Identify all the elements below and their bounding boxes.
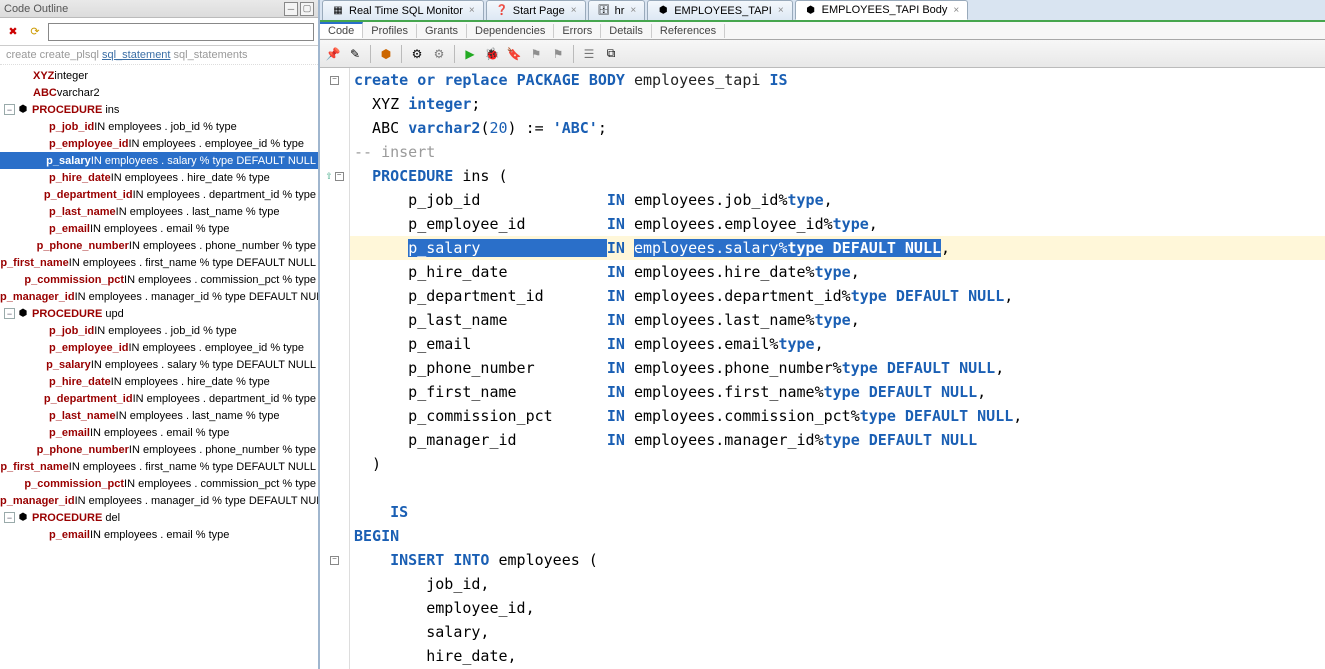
tree-item[interactable]: p_department_id IN employees . departmen… [0, 390, 318, 407]
editor-subtabs: CodeProfilesGrantsDependenciesErrorsDeta… [320, 22, 1325, 40]
list-icon[interactable]: ☰ [580, 45, 598, 63]
bookmark-icon[interactable]: 🔖 [505, 45, 523, 63]
tree-item[interactable]: p_phone_number IN employees . phone_numb… [0, 237, 318, 254]
tree-item[interactable]: p_employee_id IN employees . employee_id… [0, 135, 318, 152]
tree-twist-icon[interactable]: − [4, 512, 15, 523]
tree-item[interactable]: p_first_name IN employees . first_name %… [0, 254, 318, 271]
editor-tabs: ▦Real Time SQL Monitor×❓Start Page×🗄hr×⬢… [320, 0, 1325, 22]
proc-icon: ⬢ [17, 512, 29, 524]
code-content[interactable]: create or replace PACKAGE BODY employees… [350, 68, 1325, 669]
current-line-icon: ⇧ [325, 164, 332, 188]
breadcrumb: create create_plsql sql_statement sql_st… [0, 46, 318, 65]
editor-tab[interactable]: ❓ Start Page × [486, 0, 586, 20]
panel-title: Code Outline [4, 3, 68, 15]
tree-item[interactable]: p_last_name IN employees . last_name % t… [0, 203, 318, 220]
tree-item[interactable]: p_department_id IN employees . departmen… [0, 186, 318, 203]
close-icon[interactable]: × [778, 5, 784, 16]
tree-item[interactable]: p_commission_pct IN employees . commissi… [0, 475, 318, 492]
collapse-icon[interactable]: ⧉ [602, 45, 620, 63]
subtab-errors[interactable]: Errors [554, 24, 601, 38]
proc-icon: ⬢ [17, 308, 29, 320]
editor-tab[interactable]: ⬢ EMPLOYEES_TAPI × [647, 0, 792, 20]
tree-item[interactable]: −⬢PROCEDURE ins [0, 101, 318, 118]
editor-tab[interactable]: ▦ Real Time SQL Monitor × [322, 0, 484, 20]
tree-item[interactable]: p_email IN employees . email % type [0, 526, 318, 543]
fold-icon[interactable]: − [330, 76, 339, 85]
tree-twist-icon[interactable]: − [4, 104, 15, 115]
outline-toolbar: ✖ ⟳ [0, 18, 318, 46]
panel-title-bar: Code Outline ─ ▢ [0, 0, 318, 18]
tree-item[interactable]: p_manager_id IN employees . manager_id %… [0, 492, 318, 509]
tree-item[interactable]: p_manager_id IN employees . manager_id %… [0, 288, 318, 305]
tree-item[interactable]: p_email IN employees . email % type [0, 220, 318, 237]
tree-item[interactable]: −⬢PROCEDURE upd [0, 305, 318, 322]
debug-icon[interactable]: 🐞 [483, 45, 501, 63]
subtab-code[interactable]: Code [320, 22, 363, 38]
fold-icon[interactable]: − [330, 556, 339, 565]
db-icon: 🗄 [597, 4, 611, 18]
editor-toolbar: 📌 ✎ ⬢ ⚙ ⚙ ▶ 🐞 🔖 ⚑ ⚑ ☰ ⧉ [320, 40, 1325, 68]
tree-item[interactable]: p_email IN employees . email % type [0, 424, 318, 441]
tree-item[interactable]: p_employee_id IN employees . employee_id… [0, 339, 318, 356]
fold-icon[interactable]: − [335, 172, 344, 181]
tree-item[interactable]: p_salary IN employees . salary % type DE… [0, 152, 318, 169]
tree-item[interactable]: p_first_name IN employees . first_name %… [0, 458, 318, 475]
tree-item[interactable]: XYZ integer [0, 67, 318, 84]
tree-item[interactable]: p_last_name IN employees . last_name % t… [0, 407, 318, 424]
subtab-profiles[interactable]: Profiles [363, 24, 417, 38]
flag1-icon[interactable]: ⚑ [527, 45, 545, 63]
tree-item[interactable]: p_phone_number IN employees . phone_numb… [0, 441, 318, 458]
package-body-icon: ⬢ [804, 3, 818, 17]
tree-item[interactable]: p_job_id IN employees . job_id % type [0, 118, 318, 135]
tree-item[interactable]: p_hire_date IN employees . hire_date % t… [0, 373, 318, 390]
package-icon[interactable]: ⬢ [377, 45, 395, 63]
flag2-icon[interactable]: ⚑ [549, 45, 567, 63]
refresh-icon[interactable]: ⟳ [26, 23, 44, 41]
close-icon[interactable]: × [571, 5, 577, 16]
maximize-icon[interactable]: ▢ [300, 2, 314, 16]
breadcrumb-link[interactable]: sql_statement [102, 49, 170, 61]
tree-item[interactable]: ABC varchar2 [0, 84, 318, 101]
tree-item[interactable]: p_job_id IN employees . job_id % type [0, 322, 318, 339]
outline-filter-input[interactable] [48, 23, 314, 41]
gear-icon[interactable]: ⚙ [408, 45, 426, 63]
tab-label: hr [615, 5, 625, 17]
tab-label: Start Page [513, 5, 565, 17]
sql-monitor-icon: ▦ [331, 4, 345, 18]
delete-icon[interactable]: ✖ [4, 23, 22, 41]
tree-item[interactable]: p_salary IN employees . salary % type DE… [0, 356, 318, 373]
subtab-details[interactable]: Details [601, 24, 652, 38]
edit-icon[interactable]: ✎ [346, 45, 364, 63]
tab-label: EMPLOYEES_TAPI Body [822, 4, 948, 16]
run-icon[interactable]: ▶ [461, 45, 479, 63]
outline-tree[interactable]: XYZ integerABC varchar2−⬢PROCEDURE insp_… [0, 65, 318, 669]
tree-twist-icon[interactable]: − [4, 308, 15, 319]
proc-icon: ⬢ [17, 104, 29, 116]
gutter[interactable]: −⇧−− [320, 68, 350, 669]
gear2-icon[interactable]: ⚙ [430, 45, 448, 63]
editor-tab[interactable]: ⬢ EMPLOYEES_TAPI Body × [795, 0, 969, 20]
subtab-references[interactable]: References [652, 24, 725, 38]
tree-item[interactable]: p_hire_date IN employees . hire_date % t… [0, 169, 318, 186]
editor-tab[interactable]: 🗄 hr × [588, 0, 646, 20]
close-icon[interactable]: × [469, 5, 475, 16]
editor-area: ▦Real Time SQL Monitor×❓Start Page×🗄hr×⬢… [320, 0, 1325, 669]
code-editor[interactable]: −⇧−− create or replace PACKAGE BODY empl… [320, 68, 1325, 669]
tree-item[interactable]: −⬢PROCEDURE del [0, 509, 318, 526]
code-outline-panel: Code Outline ─ ▢ ✖ ⟳ create create_plsql… [0, 0, 320, 669]
subtab-grants[interactable]: Grants [417, 24, 467, 38]
close-icon[interactable]: × [953, 5, 959, 16]
subtab-dependencies[interactable]: Dependencies [467, 24, 554, 38]
help-icon: ❓ [495, 4, 509, 18]
tab-label: EMPLOYEES_TAPI [674, 5, 772, 17]
tree-item[interactable]: p_commission_pct IN employees . commissi… [0, 271, 318, 288]
minimize-icon[interactable]: ─ [284, 2, 298, 16]
package-icon: ⬢ [656, 4, 670, 18]
pin-icon[interactable]: 📌 [324, 45, 342, 63]
tab-label: Real Time SQL Monitor [349, 5, 463, 17]
close-icon[interactable]: × [630, 5, 636, 16]
